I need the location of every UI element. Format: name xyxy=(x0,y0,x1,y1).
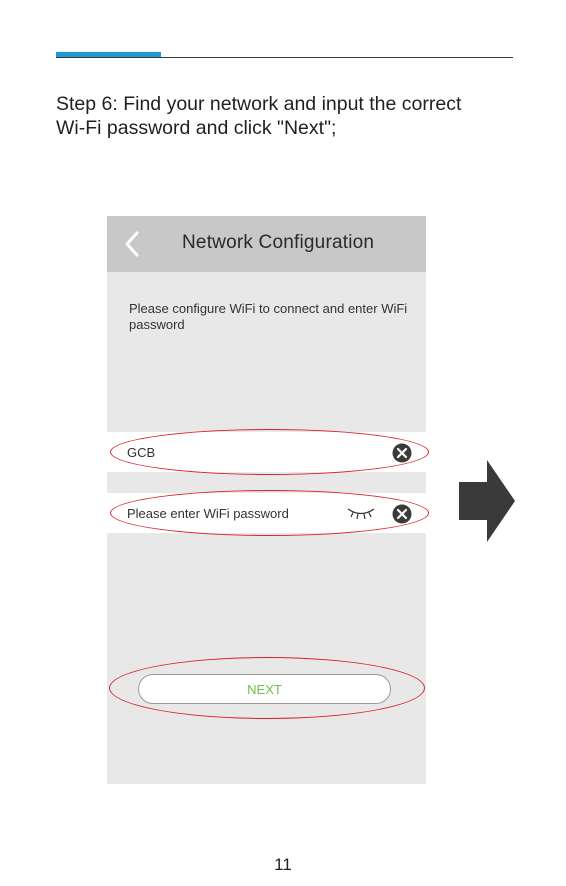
right-arrow-icon xyxy=(459,460,515,542)
page-number: 11 xyxy=(274,855,292,874)
header-rule xyxy=(56,57,513,58)
app-header: Network Configuration xyxy=(107,216,426,272)
step-line-2: Wi-Fi password and click "Next"; xyxy=(56,117,337,139)
screen-title: Network Configuration xyxy=(182,232,375,253)
password-highlight-ellipse xyxy=(110,490,429,536)
step-line-1: Step 6: Find your network and input the … xyxy=(56,93,462,115)
ssid-highlight-ellipse xyxy=(110,429,429,475)
back-arrow-icon[interactable] xyxy=(121,229,143,259)
next-highlight-ellipse xyxy=(109,657,425,719)
step-instruction: Step 6: Find your network and input the … xyxy=(56,92,536,140)
wifi-instructions: Please configure WiFi to connect and ent… xyxy=(129,301,408,332)
